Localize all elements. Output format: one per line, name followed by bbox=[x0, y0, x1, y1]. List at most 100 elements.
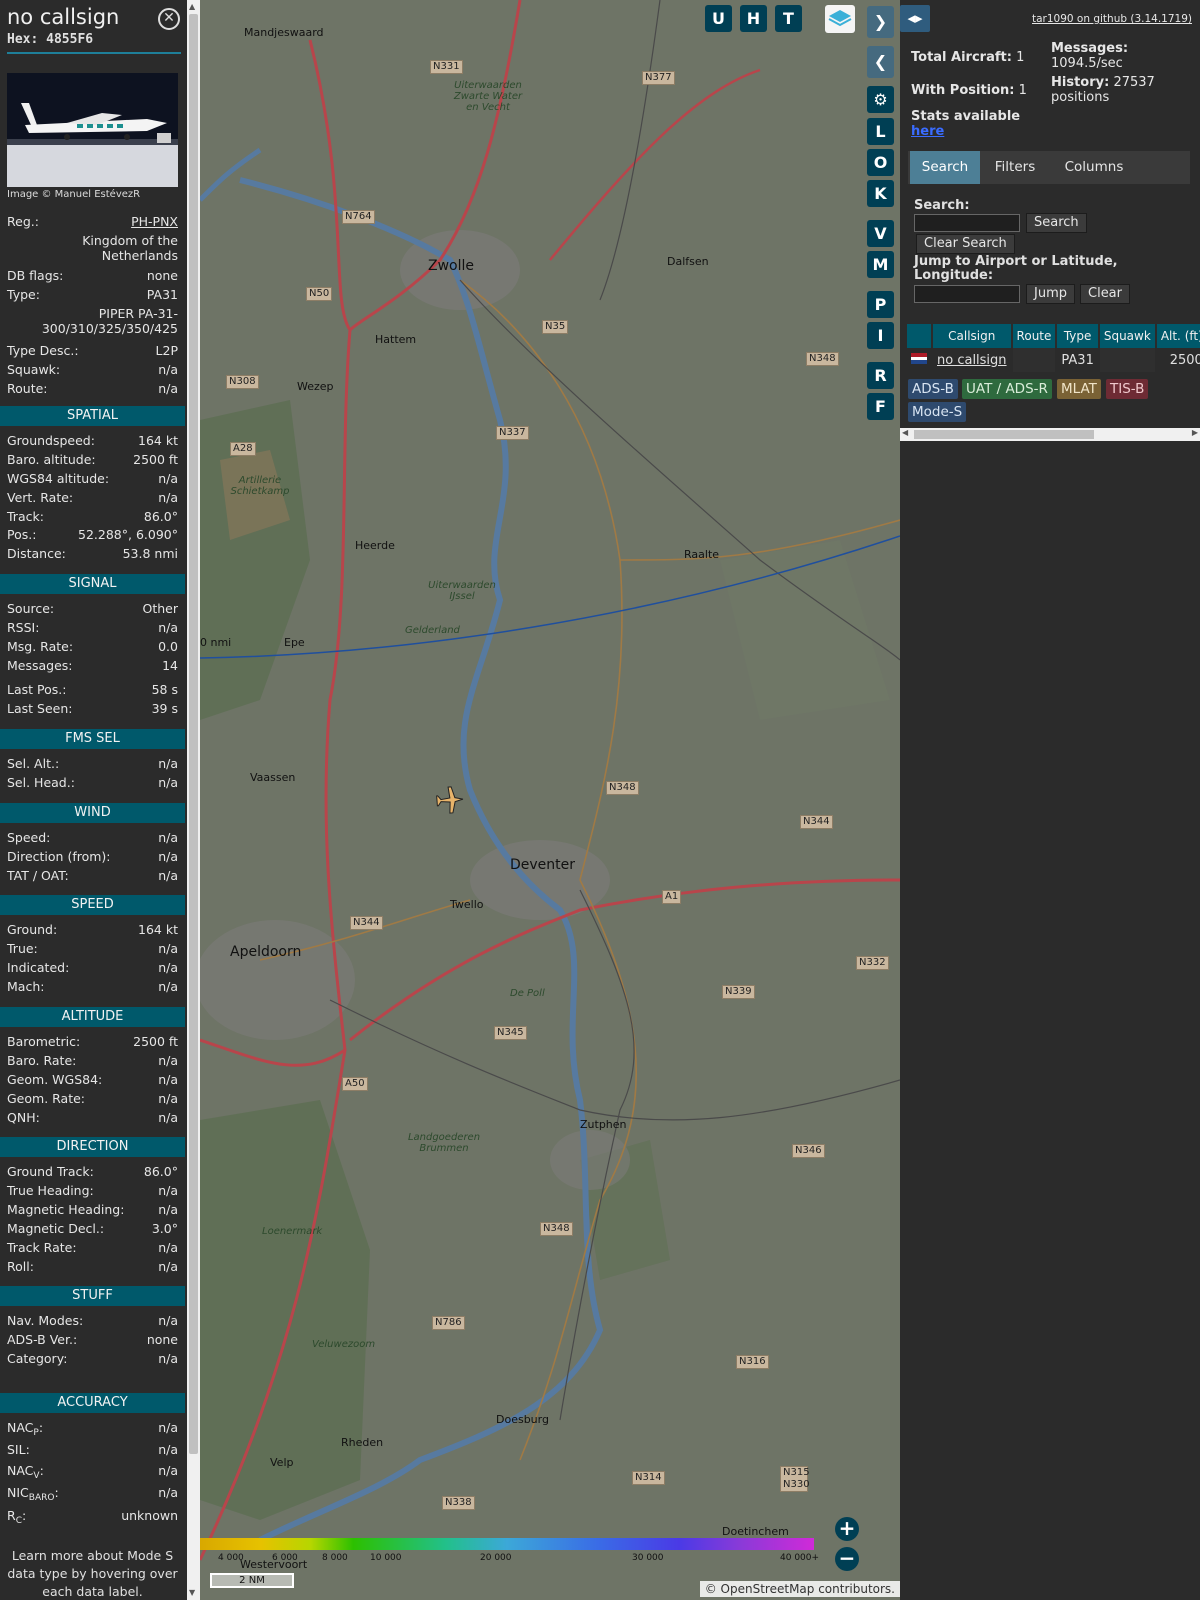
expand-collapse-icon[interactable]: ◂▸ bbox=[900, 5, 930, 32]
tab-columns[interactable]: Columns bbox=[1049, 151, 1139, 184]
map-button-m[interactable]: M bbox=[867, 251, 894, 278]
colon: : bbox=[21, 1508, 27, 1523]
map-button-r[interactable]: R bbox=[867, 362, 894, 389]
row-value: none bbox=[146, 268, 178, 283]
row-type: PA31 bbox=[1056, 348, 1100, 372]
legend-tick-label: 10 000 bbox=[370, 1553, 402, 1563]
scroll-right-icon[interactable]: ▶ bbox=[1192, 428, 1198, 437]
layers-icon[interactable] bbox=[825, 5, 855, 33]
scrollbar-thumb[interactable] bbox=[914, 430, 1094, 439]
scroll-down-icon[interactable]: ▼ bbox=[189, 1588, 195, 1597]
map-button-t[interactable]: T bbox=[775, 5, 802, 32]
map-view[interactable]: U H T ❯ ❮ ⚙ L O K V M P I R F Mandjeswaa… bbox=[200, 0, 900, 1600]
chevron-right-icon[interactable]: ❯ bbox=[867, 6, 894, 38]
with-position-label: With Position: bbox=[911, 83, 1015, 98]
map-place-label: Dalfsen bbox=[667, 255, 709, 268]
table-row[interactable]: no callsign PA31 2500 bbox=[907, 348, 1200, 372]
search-input[interactable] bbox=[914, 214, 1020, 232]
road-shield: N344 bbox=[800, 815, 833, 829]
row-callsign[interactable]: no callsign bbox=[932, 348, 1013, 372]
row-key: Squawk: bbox=[7, 362, 61, 377]
aircraft-marker-icon[interactable] bbox=[435, 785, 465, 819]
map-button-k[interactable]: K bbox=[867, 180, 894, 207]
map-place-label: Landgoederen Brummen bbox=[407, 1132, 481, 1154]
road-shield: A50 bbox=[342, 1077, 368, 1091]
row-value: 164 kt bbox=[138, 433, 178, 448]
scroll-left-icon[interactable]: ◀ bbox=[902, 428, 908, 437]
scroll-up-icon[interactable]: ▲ bbox=[189, 2, 195, 11]
github-link[interactable]: tar1090 on github (3.14.1719) bbox=[1032, 13, 1192, 25]
row-key: NAC bbox=[7, 1420, 34, 1435]
flag-column-header bbox=[907, 324, 933, 348]
row-value: n/a bbox=[158, 1202, 178, 1217]
colon: : bbox=[38, 1420, 44, 1435]
clear-jump-button[interactable]: Clear bbox=[1080, 284, 1130, 304]
row-key: Type: bbox=[7, 287, 40, 302]
row-key-subscript: BARO bbox=[28, 1493, 55, 1503]
section-header-wind: WIND bbox=[0, 803, 185, 823]
map-button-i[interactable]: I bbox=[867, 322, 894, 349]
zoom-in-icon[interactable]: + bbox=[835, 1517, 859, 1541]
map-place-label: Apeldoorn bbox=[230, 944, 302, 960]
with-position: With Position: 1 bbox=[911, 83, 1027, 98]
road-shield: N337 bbox=[496, 426, 529, 440]
map-button-p[interactable]: P bbox=[867, 291, 894, 318]
column-type[interactable]: Type bbox=[1056, 324, 1100, 348]
settings-gear-icon[interactable]: ⚙ bbox=[867, 86, 894, 113]
row-key: Ground Track: bbox=[7, 1164, 94, 1179]
map-place-label: Loenermark bbox=[262, 1226, 323, 1237]
aircraft-detail-panel: no callsign ✕ Hex: 4855F6 Image © Manuel… bbox=[0, 0, 200, 1600]
map-button-h[interactable]: H bbox=[740, 5, 767, 32]
section-header-signal: SIGNAL bbox=[0, 574, 185, 594]
map-place-label: Vaassen bbox=[250, 771, 296, 784]
row-key: Type Desc.: bbox=[7, 343, 79, 358]
scrollbar-thumb[interactable] bbox=[189, 14, 198, 1454]
row-value: 0.0 bbox=[158, 639, 178, 654]
column-route[interactable]: Route bbox=[1011, 324, 1058, 348]
row-value: n/a bbox=[158, 1053, 178, 1068]
badge-tisb: TIS-B bbox=[1106, 379, 1149, 399]
aircraft-photo[interactable] bbox=[7, 73, 178, 187]
tab-search[interactable]: Search bbox=[910, 151, 980, 184]
road-shield: N314 bbox=[632, 1471, 665, 1485]
map-place-label: Zwolle bbox=[428, 258, 474, 274]
map-button-u[interactable]: U bbox=[705, 5, 732, 32]
map-button-f[interactable]: F bbox=[867, 393, 894, 420]
detail-scrollbar[interactable]: ▲ ▼ bbox=[187, 0, 200, 1600]
clear-search-button[interactable]: Clear Search bbox=[916, 234, 1015, 254]
map-button-o[interactable]: O bbox=[867, 149, 894, 176]
chevron-left-icon[interactable]: ❮ bbox=[867, 46, 894, 78]
map-place-label: Deventer bbox=[510, 857, 576, 873]
row-value: n/a bbox=[158, 1485, 178, 1500]
map-button-l[interactable]: L bbox=[867, 118, 894, 145]
registration-link[interactable]: PH-PNX bbox=[131, 214, 178, 229]
row-key: Direction (from): bbox=[7, 849, 111, 864]
table-horizontal-scrollbar[interactable]: ◀ ▶ bbox=[900, 428, 1200, 441]
road-shield: N344 bbox=[350, 916, 383, 930]
type-name-value: PIPER PA-31-300/310/325/350/425 bbox=[41, 306, 178, 336]
badge-adsb: ADS-B bbox=[908, 379, 958, 399]
row-value: n/a bbox=[158, 381, 178, 396]
row-key: Sel. Head.: bbox=[7, 775, 75, 790]
messages-stat: Messages: 1094.5/sec bbox=[1051, 41, 1191, 71]
close-icon[interactable]: ✕ bbox=[158, 8, 180, 30]
row-value: n/a bbox=[158, 849, 178, 864]
map-attribution[interactable]: © OpenStreetMap contributors. bbox=[699, 1581, 900, 1597]
row-key-wrap: RC: bbox=[7, 1508, 26, 1526]
column-altitude[interactable]: Alt. (ft) bbox=[1155, 324, 1200, 348]
search-button[interactable]: Search bbox=[1026, 213, 1087, 233]
row-value: 3.0° bbox=[151, 1221, 178, 1236]
map-button-v[interactable]: V bbox=[867, 220, 894, 247]
stats-link[interactable]: here bbox=[911, 124, 944, 139]
column-callsign[interactable]: Callsign bbox=[932, 324, 1013, 348]
jump-button[interactable]: Jump bbox=[1026, 284, 1075, 304]
tab-filters[interactable]: Filters bbox=[984, 151, 1046, 184]
jump-input[interactable] bbox=[914, 285, 1020, 303]
row-key: True: bbox=[7, 941, 38, 956]
jump-label: Jump to Airport or Latitude, Longitude: bbox=[914, 254, 1118, 283]
row-key: SIL: bbox=[7, 1442, 30, 1457]
zoom-out-icon[interactable]: − bbox=[835, 1547, 859, 1571]
hex-code: Hex: 4855F6 bbox=[7, 32, 94, 47]
photo-credit: Image © Manuel EstévezR bbox=[7, 189, 141, 200]
column-squawk[interactable]: Squawk bbox=[1098, 324, 1157, 348]
